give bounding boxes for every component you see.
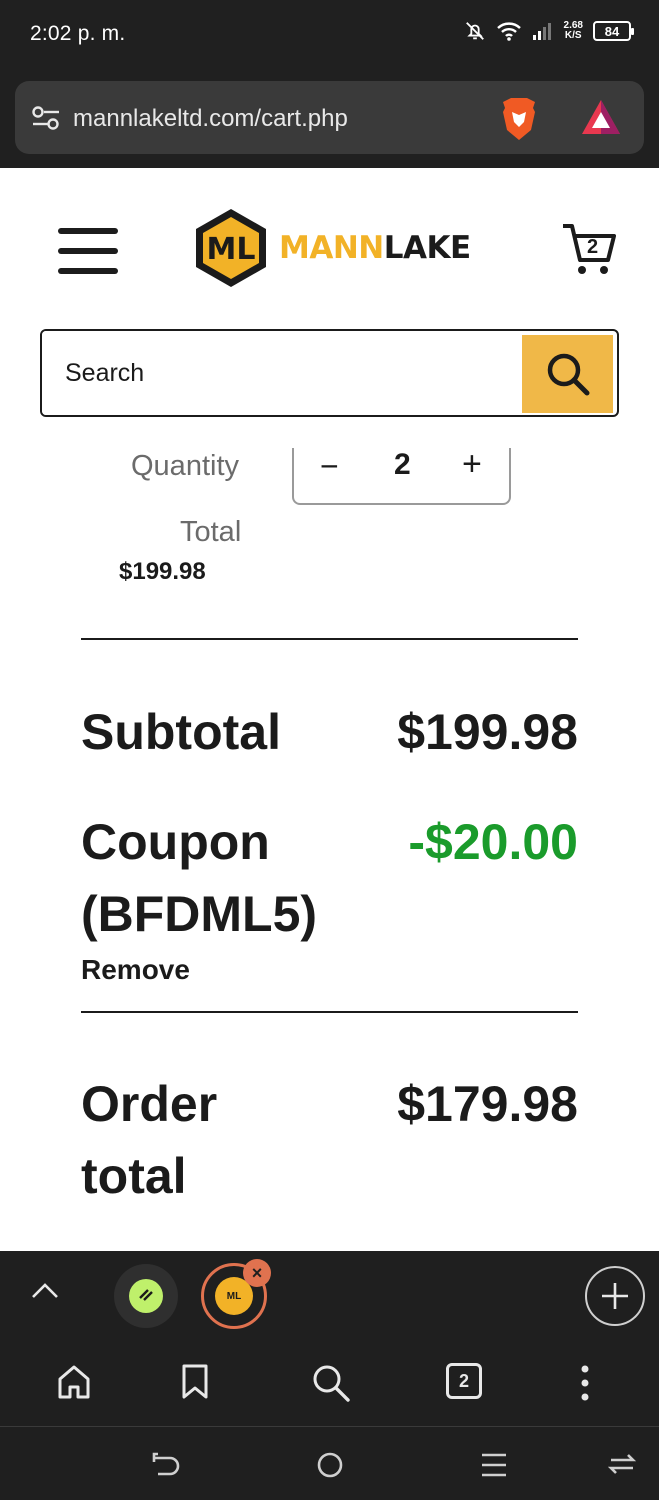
silent-bell-icon [465, 22, 484, 40]
ml-hexagon-icon: ML [196, 209, 266, 287]
tab-thumbnail[interactable] [114, 1264, 178, 1328]
subtotal-label: Subtotal [81, 704, 281, 760]
chevron-up-icon[interactable] [30, 1281, 60, 1301]
mann-lake-logo[interactable]: ML MANNLAKE [193, 206, 471, 290]
home-circle-icon[interactable] [315, 1450, 345, 1480]
network-speed: 2.68 K/S [563, 20, 583, 41]
subtotal-value: $199.98 [397, 704, 578, 760]
url-text[interactable]: mannlakeltd.com/cart.php [73, 105, 348, 133]
plus-icon [602, 1283, 628, 1309]
rewards-triangle-icon[interactable] [580, 98, 622, 136]
browser-toolbar: mannlakeltd.com/cart.php [0, 68, 659, 168]
quantity-value[interactable]: 2 [394, 448, 411, 482]
decrease-quantity-button[interactable]: − [320, 448, 339, 485]
link-icon [139, 1289, 153, 1301]
new-tab-button[interactable] [585, 1266, 645, 1326]
search-bar [40, 329, 619, 417]
close-tab-icon[interactable]: × [243, 1259, 271, 1287]
brand-lake: LAKE [383, 230, 471, 266]
status-time: 2:02 p. m. [30, 22, 126, 45]
menu-icon[interactable] [58, 228, 118, 274]
back-icon[interactable] [150, 1450, 182, 1480]
tab-strip: ML × [0, 1251, 659, 1341]
coupon-row: Coupon (BFDML5) -$20.00 [81, 806, 578, 950]
logo-initials: ML [207, 232, 256, 267]
site-settings-icon[interactable] [31, 105, 61, 131]
coupon-discount-value: -$20.00 [408, 814, 578, 870]
item-total-label: Total [180, 516, 242, 548]
search-button[interactable] [522, 335, 613, 413]
order-total-label-line2: total [81, 1148, 187, 1204]
brand-wordmark: MANNLAKE [279, 230, 471, 266]
recents-icon[interactable] [480, 1450, 508, 1480]
more-options-icon[interactable] [576, 1363, 594, 1403]
search-icon[interactable] [311, 1363, 351, 1403]
search-icon [547, 353, 589, 396]
bookmark-icon[interactable] [180, 1363, 210, 1401]
status-bar: 2:02 p. m. 2.68 K/S 84 [0, 0, 659, 68]
status-icons: 2.68 K/S 84 [464, 20, 634, 42]
cart-count: 2 [587, 236, 599, 258]
cart-button[interactable]: 2 [560, 222, 618, 281]
subtotal-row: Subtotal $199.98 [81, 696, 578, 768]
tab-switcher-button[interactable]: 2 [446, 1363, 482, 1399]
rotate-icon[interactable] [605, 1450, 639, 1478]
wifi-icon [496, 22, 521, 41]
increase-quantity-button[interactable]: + [462, 445, 482, 484]
home-icon[interactable] [56, 1363, 92, 1401]
quantity-label: Quantity [131, 450, 239, 482]
address-bar[interactable]: mannlakeltd.com/cart.php [15, 81, 644, 154]
quantity-stepper: − 2 + [292, 445, 511, 505]
divider [81, 1011, 578, 1013]
brand-mann: MANN [279, 230, 384, 266]
item-total-value: $199.98 [119, 558, 206, 585]
brave-shields-icon[interactable] [498, 96, 540, 142]
divider [81, 638, 578, 640]
signal-icon [532, 23, 551, 40]
web-page: ML MANNLAKE 2 Quantity − 2 + Total $199.… [0, 168, 659, 1251]
search-input[interactable] [42, 331, 522, 415]
browser-bottom-nav: 2 [0, 1341, 659, 1427]
remove-coupon-link[interactable]: Remove [81, 954, 190, 986]
order-total-value: $179.98 [397, 1076, 578, 1132]
battery-indicator: 84 [593, 21, 634, 41]
order-total-row: Order total $179.98 [81, 1068, 578, 1212]
system-nav-bar [0, 1428, 659, 1500]
coupon-label-line2: (BFDML5) [81, 886, 318, 942]
